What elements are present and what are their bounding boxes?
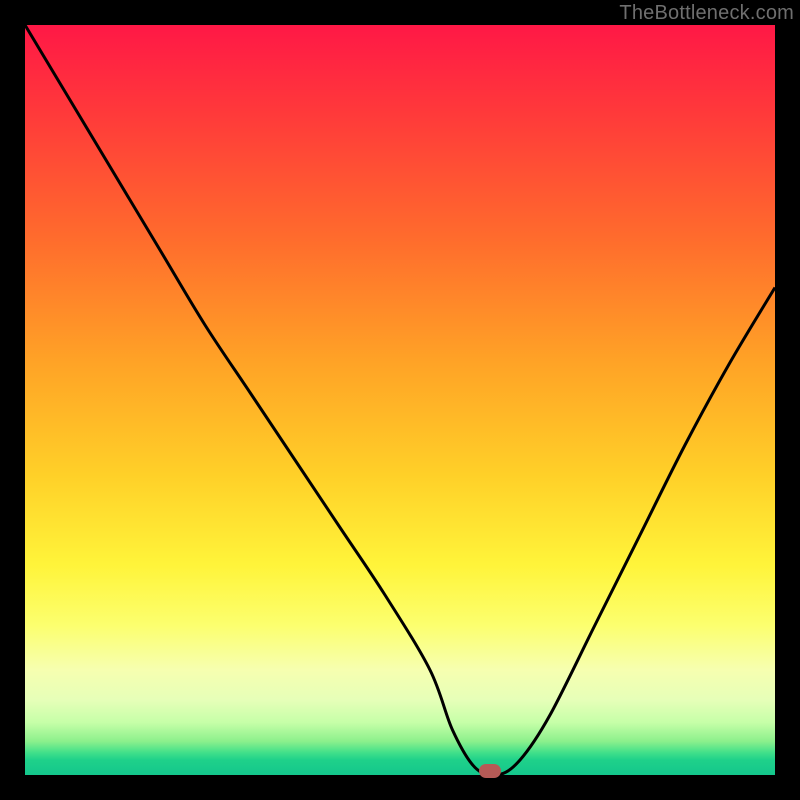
plot-area (25, 25, 775, 775)
chart-frame: TheBottleneck.com (0, 0, 800, 800)
optimal-marker (479, 764, 501, 778)
curve-path (25, 25, 775, 775)
watermark-text: TheBottleneck.com (619, 2, 794, 25)
bottleneck-curve (25, 25, 775, 775)
